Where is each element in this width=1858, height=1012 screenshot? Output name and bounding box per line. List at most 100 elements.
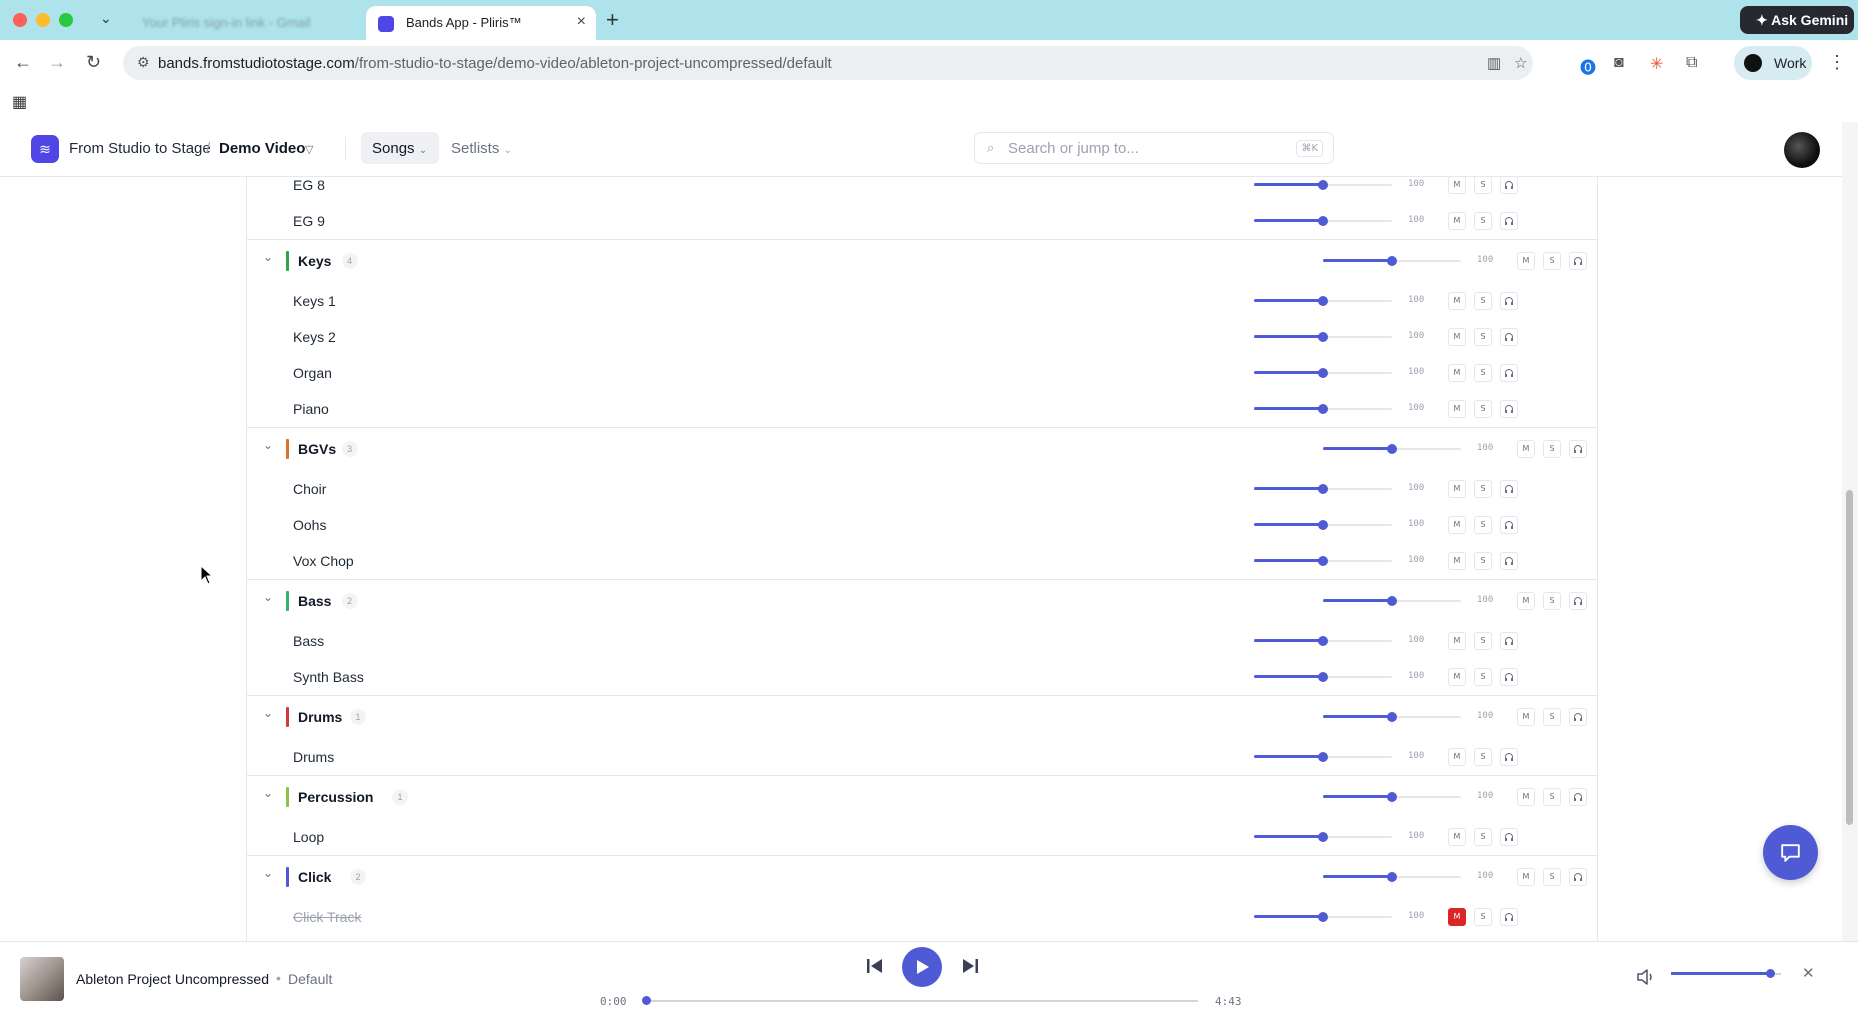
solo-button[interactable]: S <box>1474 748 1492 766</box>
solo-button[interactable]: S <box>1543 252 1561 270</box>
headphones-monitor-button[interactable] <box>1500 748 1518 766</box>
volume-slider[interactable] <box>1254 518 1392 532</box>
mute-button[interactable]: M <box>1448 292 1466 310</box>
sparkle-extension-icon[interactable]: ✳ <box>1650 54 1663 74</box>
mute-button[interactable]: M <box>1448 480 1466 498</box>
profile-button[interactable]: Work <box>1734 46 1812 80</box>
solo-button[interactable]: S <box>1474 400 1492 418</box>
app-logo-icon[interactable]: ≋ <box>31 135 59 163</box>
headphones-monitor-button[interactable] <box>1500 400 1518 418</box>
solo-button[interactable]: S <box>1543 868 1561 886</box>
bookmark-star-icon[interactable]: ☆ <box>1514 54 1527 72</box>
skip-forward-icon[interactable] <box>960 957 980 975</box>
mute-button[interactable]: M <box>1448 364 1466 382</box>
back-arrow-icon[interactable]: ← <box>14 52 32 73</box>
group-header-bgvs[interactable]: ⌄ BGVs 3 100 M S <box>247 427 1597 471</box>
volume-slider-handle[interactable] <box>1387 256 1397 266</box>
volume-slider[interactable] <box>1254 830 1392 844</box>
headphones-monitor-button[interactable] <box>1569 788 1587 806</box>
headphones-monitor-button[interactable] <box>1500 480 1518 498</box>
progress-bar[interactable] <box>644 1000 1198 1002</box>
headphones-monitor-button[interactable] <box>1500 364 1518 382</box>
headphones-monitor-button[interactable] <box>1569 252 1587 270</box>
breadcrumb-project[interactable]: Demo Video <box>219 140 305 157</box>
volume-slider-handle[interactable] <box>1387 872 1397 882</box>
volume-slider-handle[interactable] <box>1318 404 1328 414</box>
headphones-monitor-button[interactable] <box>1500 328 1518 346</box>
solo-button[interactable]: S <box>1474 292 1492 310</box>
mute-button[interactable]: M <box>1517 708 1535 726</box>
volume-slider[interactable] <box>1254 294 1392 308</box>
mute-button[interactable]: M <box>1448 828 1466 846</box>
volume-slider[interactable] <box>1254 634 1392 648</box>
volume-slider-handle[interactable] <box>1318 752 1328 762</box>
new-tab-button[interactable]: + <box>606 7 619 33</box>
headphones-monitor-button[interactable] <box>1500 212 1518 230</box>
solo-button[interactable]: S <box>1474 328 1492 346</box>
progress-handle[interactable] <box>642 996 651 1005</box>
page-scrollbar-thumb[interactable] <box>1846 490 1853 825</box>
track-row[interactable]: Loop 100 M S <box>247 819 1597 855</box>
headphones-monitor-button[interactable] <box>1569 868 1587 886</box>
mute-button[interactable]: M <box>1517 440 1535 458</box>
headphones-monitor-button[interactable] <box>1500 292 1518 310</box>
solo-button[interactable]: S <box>1543 440 1561 458</box>
volume-slider[interactable] <box>1254 366 1392 380</box>
chevron-down-icon[interactable]: ⌄ <box>263 866 273 880</box>
mute-button[interactable]: M <box>1517 592 1535 610</box>
track-row[interactable]: Bass 100 M S <box>247 623 1597 659</box>
password-manager-extension-icon[interactable]: ⓿ <box>1580 54 1596 78</box>
solo-button[interactable]: S <box>1543 592 1561 610</box>
track-row[interactable]: Click Track 100 M S <box>247 899 1597 935</box>
mute-button[interactable]: M <box>1448 908 1466 926</box>
site-settings-icon[interactable]: ⚙ <box>137 54 150 71</box>
browser-tab-active[interactable]: Bands App - Pliris™ × <box>366 6 596 40</box>
track-row[interactable]: EG 9 100 M S <box>247 203 1597 239</box>
volume-slider[interactable] <box>1323 790 1461 804</box>
track-row[interactable]: Vox Chop 100 M S <box>247 543 1597 579</box>
reload-icon[interactable]: ↻ <box>86 52 101 73</box>
master-volume-handle[interactable] <box>1766 969 1775 978</box>
volume-slider-handle[interactable] <box>1387 596 1397 606</box>
mute-button[interactable]: M <box>1448 748 1466 766</box>
solo-button[interactable]: S <box>1474 516 1492 534</box>
headphones-monitor-button[interactable] <box>1569 592 1587 610</box>
group-header-click[interactable]: ⌄ Click 2 100 M S <box>247 855 1597 899</box>
volume-slider[interactable] <box>1323 254 1461 268</box>
ask-gemini-button[interactable]: ✦ Ask Gemini <box>1740 6 1854 34</box>
solo-button[interactable]: S <box>1474 552 1492 570</box>
browser-tab-inactive[interactable]: Your Pliris sign-in link - Gmail <box>128 8 356 36</box>
reader-mode-icon[interactable]: ▥ <box>1487 54 1501 72</box>
mute-button[interactable]: M <box>1448 176 1466 194</box>
volume-slider-handle[interactable] <box>1318 832 1328 842</box>
chat-support-button[interactable] <box>1763 825 1818 880</box>
user-avatar[interactable] <box>1784 132 1820 168</box>
search-box[interactable]: ⌕ ⌘K <box>974 132 1334 164</box>
speaker-volume-icon[interactable] <box>1636 968 1656 986</box>
mute-button[interactable]: M <box>1448 212 1466 230</box>
close-window-button[interactable] <box>13 13 27 27</box>
solo-button[interactable]: S <box>1474 828 1492 846</box>
camera-extension-icon[interactable]: ◙ <box>1614 54 1624 72</box>
solo-button[interactable]: S <box>1474 212 1492 230</box>
track-row[interactable]: Keys 2 100 M S <box>247 319 1597 355</box>
breadcrumb-org[interactable]: From Studio to Stage <box>69 140 211 157</box>
volume-slider-handle[interactable] <box>1318 484 1328 494</box>
tab-close-icon[interactable]: × <box>577 13 586 31</box>
chevron-down-icon[interactable]: ⌄ <box>263 438 273 452</box>
headphones-monitor-button[interactable] <box>1500 516 1518 534</box>
minimize-window-button[interactable] <box>36 13 50 27</box>
address-bar[interactable]: ⚙ bands.fromstudiotostage.com/from-studi… <box>123 46 1533 80</box>
volume-slider-handle[interactable] <box>1318 368 1328 378</box>
mute-button[interactable]: M <box>1517 788 1535 806</box>
mute-button[interactable]: M <box>1448 400 1466 418</box>
volume-slider-handle[interactable] <box>1318 556 1328 566</box>
volume-slider[interactable] <box>1323 710 1461 724</box>
volume-slider[interactable] <box>1254 178 1392 192</box>
nav-songs-dropdown[interactable]: Songs ⌄ <box>361 132 439 164</box>
track-row[interactable]: Organ 100 M S <box>247 355 1597 391</box>
solo-button[interactable]: S <box>1543 708 1561 726</box>
volume-slider-handle[interactable] <box>1387 712 1397 722</box>
volume-slider[interactable] <box>1254 214 1392 228</box>
volume-slider[interactable] <box>1323 442 1461 456</box>
